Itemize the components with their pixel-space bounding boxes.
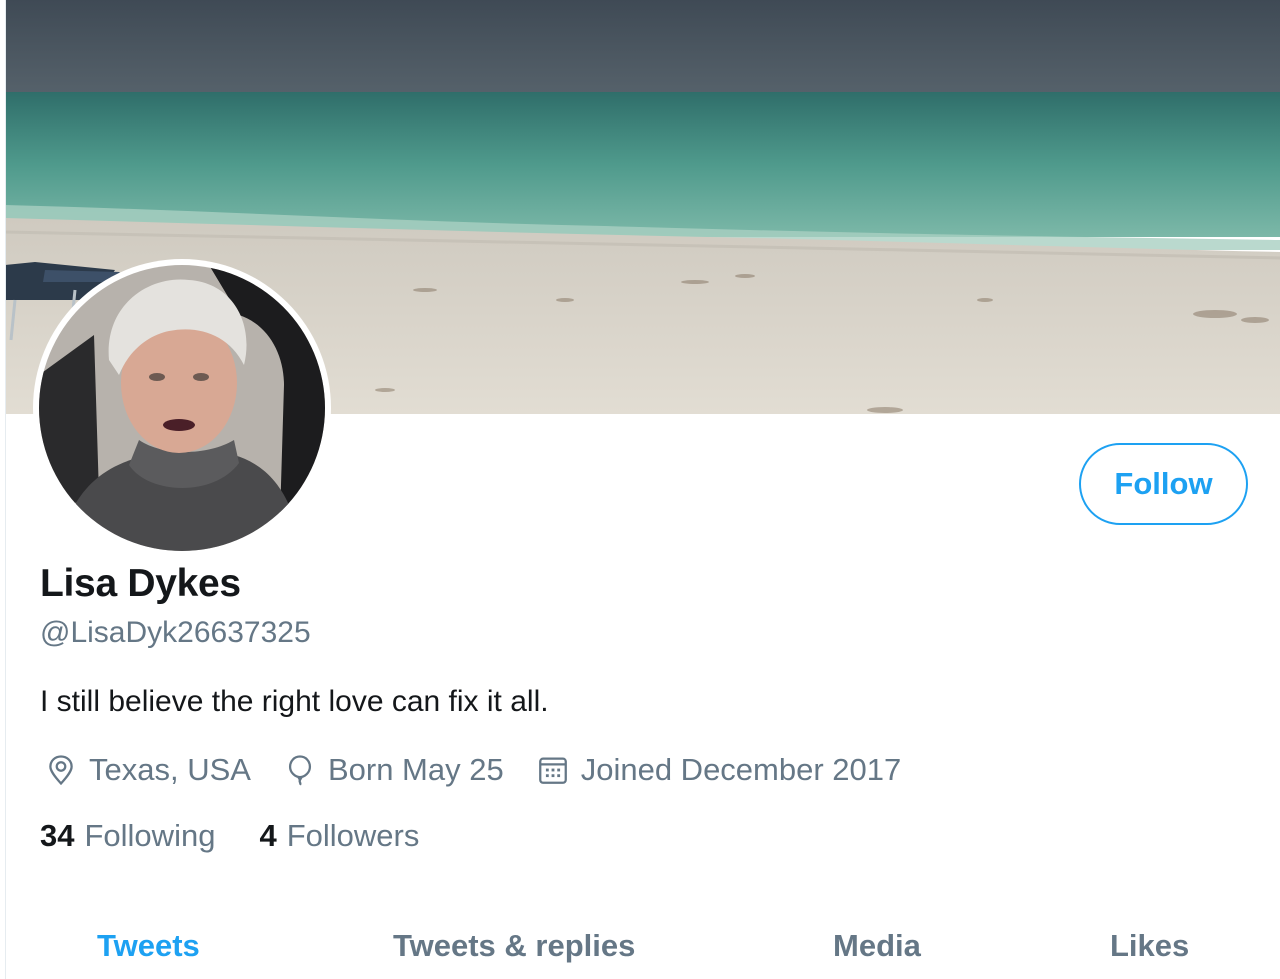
following-label: Following [84,818,216,853]
birthday-text: Born May 25 [327,752,504,787]
tab-likes[interactable]: Likes [1110,928,1189,964]
balloon-icon [281,751,319,789]
profile-location: Texas, USA [42,751,251,789]
profile-display-name: Lisa Dykes [40,562,241,605]
joined-text: Joined December 2017 [580,752,902,787]
profile-tabs: Tweets Tweets & replies Media Likes [5,918,1280,979]
profile-page: Follow Lisa Dykes @LisaDyk26637325 I sti… [0,0,1280,979]
tab-tweets[interactable]: Tweets [97,928,200,964]
location-pin-icon [42,751,80,789]
avatar-photo [39,265,325,551]
tab-tweets-and-replies[interactable]: Tweets & replies [393,928,635,964]
following-link[interactable]: 34 Following [40,818,215,854]
profile-stats: 34 Following 4 Followers [40,818,463,854]
page-left-border [0,0,6,979]
profile-joined: Joined December 2017 [534,751,902,789]
profile-bio: I still believe the right love can fix i… [40,685,549,718]
location-text: Texas, USA [89,752,251,787]
followers-link[interactable]: 4 Followers [259,818,419,854]
calendar-icon [534,751,572,789]
followers-label: Followers [286,818,420,853]
profile-handle: @LisaDyk26637325 [40,616,311,649]
following-count: 34 [40,818,75,853]
follow-button[interactable]: Follow [1079,443,1248,525]
profile-birthday: Born May 25 [281,751,504,789]
tab-media[interactable]: Media [833,928,921,964]
followers-count: 4 [259,818,277,853]
profile-avatar[interactable] [33,259,331,557]
profile-meta-row: Texas, USA Born May 25 Joined December 2… [42,748,931,792]
